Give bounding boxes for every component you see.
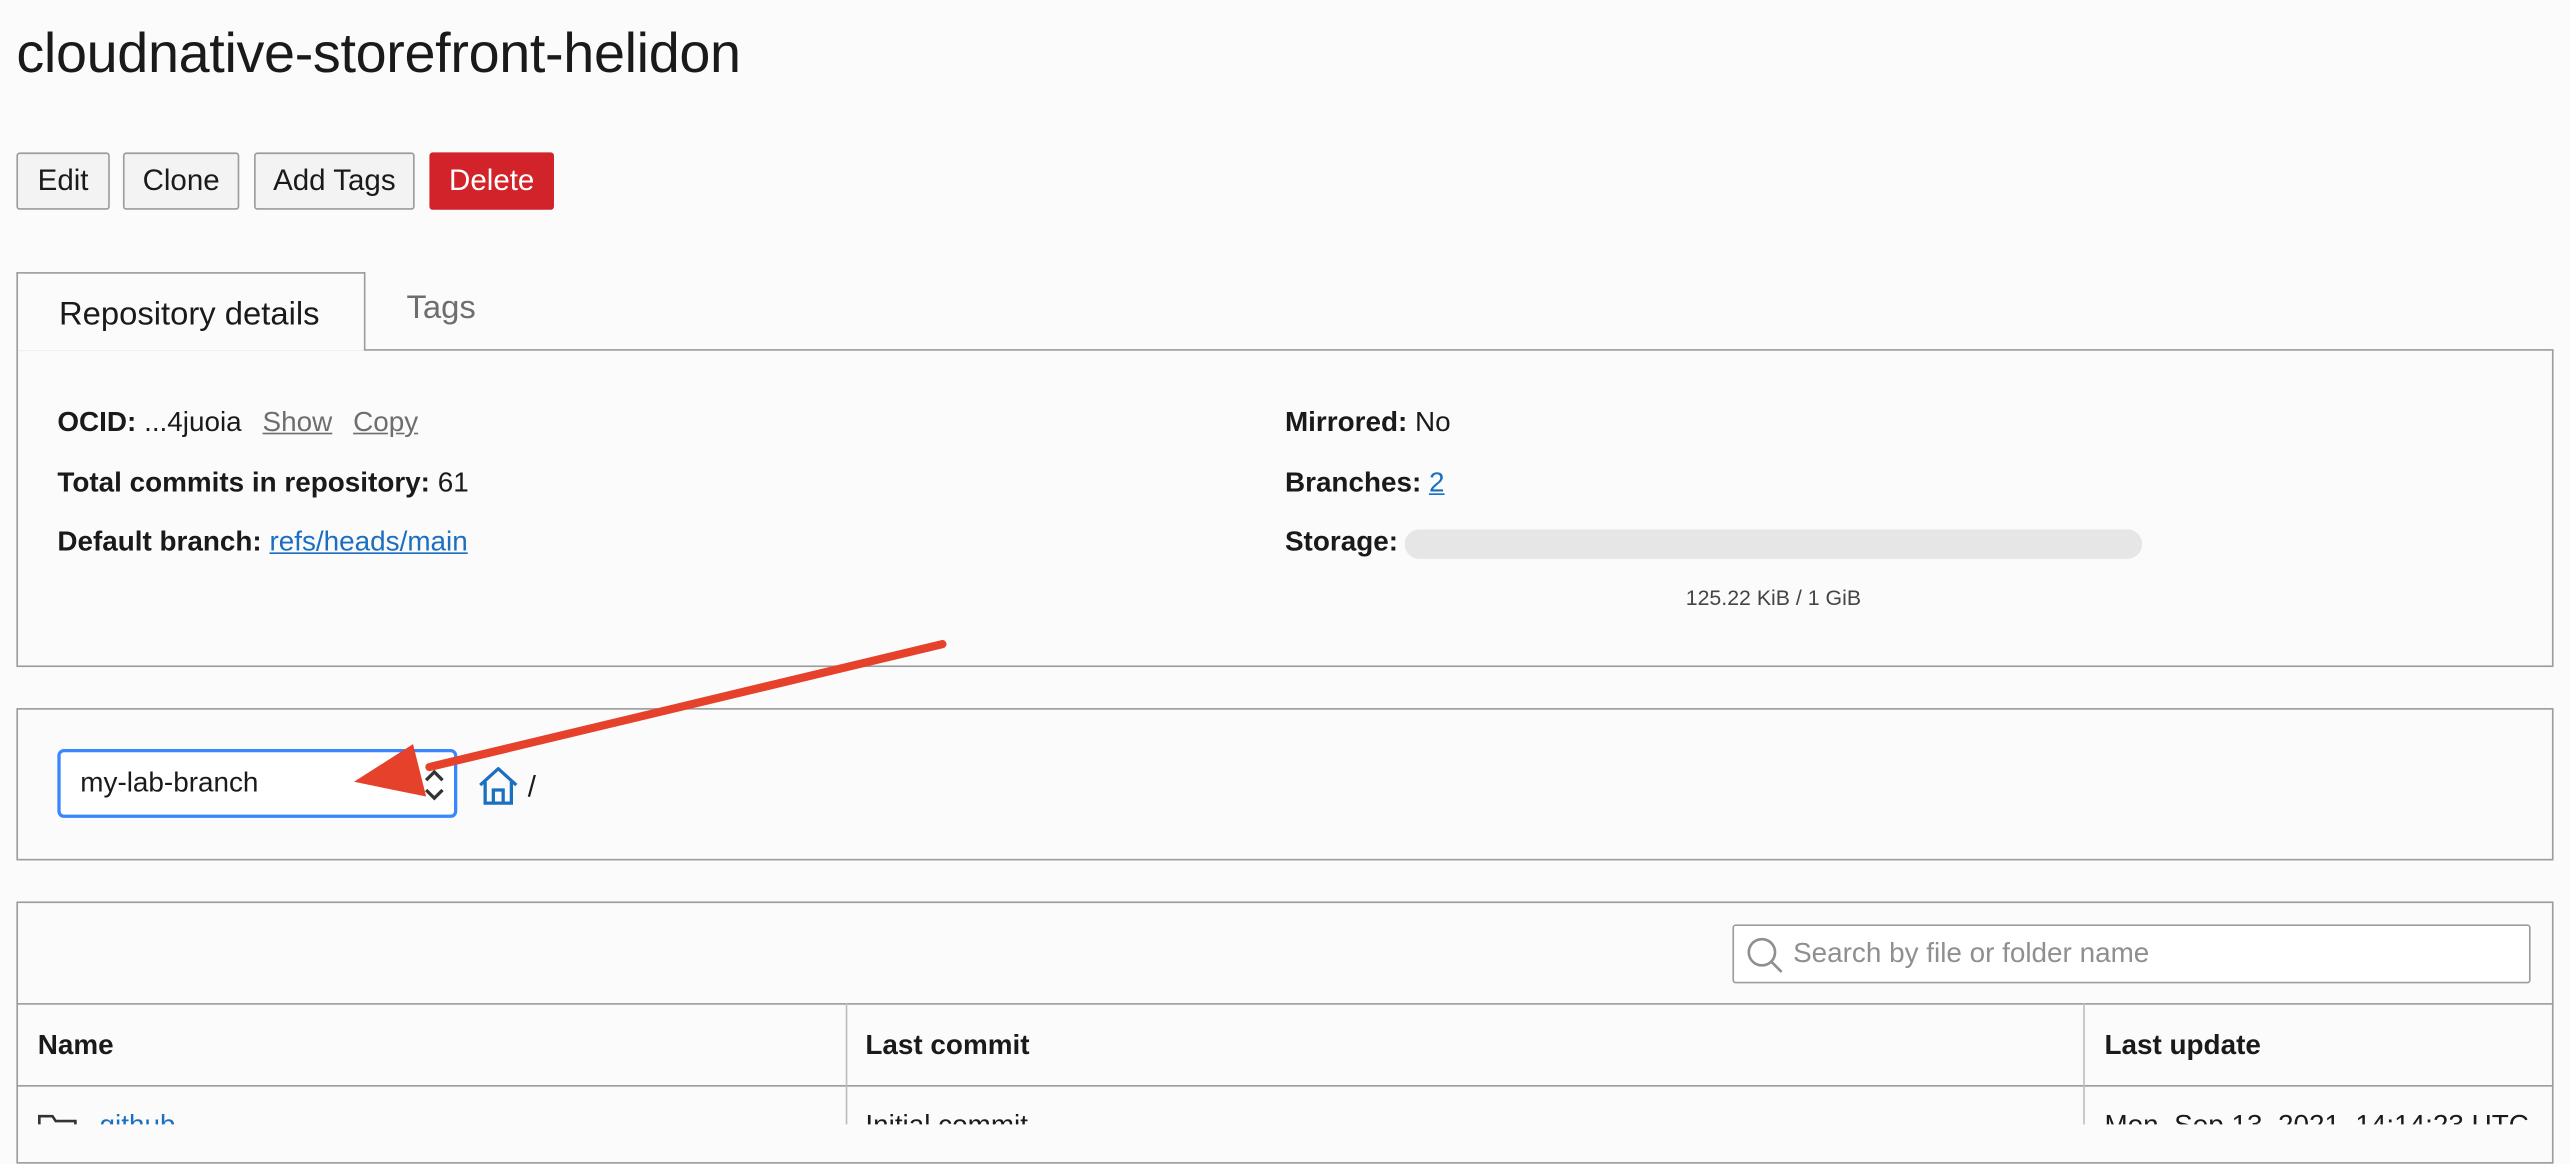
tab-repository-details[interactable]: Repository details [16,272,365,351]
annotation-arrow-icon [0,0,2570,1124]
